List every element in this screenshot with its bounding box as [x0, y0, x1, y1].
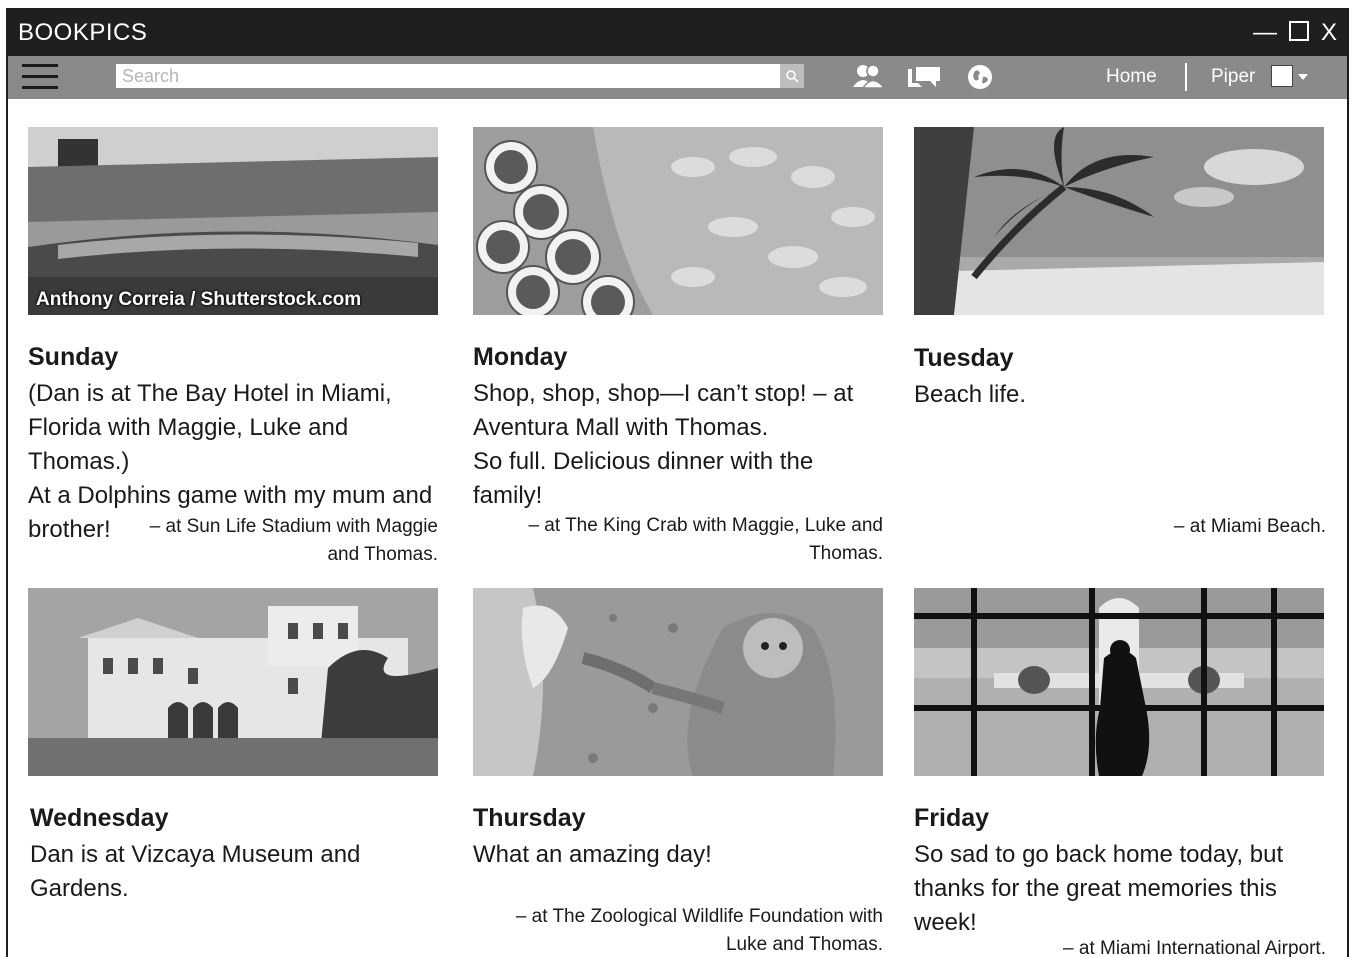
location-line: – at The Zoological Wildlife Foundation … [515, 906, 883, 927]
messages-button[interactable] [906, 63, 942, 91]
post-text: Dan is at Vizcaya Museum and Gardens. [30, 838, 442, 906]
post-location: – at Miami Beach. [926, 513, 1326, 541]
post-line: What an amazing day! [473, 841, 712, 868]
location-line: – at Miami International Airport. [1063, 938, 1326, 957]
app-title: BOOKPICS [18, 19, 148, 46]
nav-divider [1185, 63, 1187, 91]
post-line: At a Dolphins game with my mum and [28, 482, 433, 509]
post-photo-seafood[interactable] [473, 127, 883, 315]
search-bar [116, 64, 804, 88]
post-line: (Dan is at The Bay Hotel in Miami, [28, 380, 392, 407]
globe-icon [968, 65, 992, 89]
post-day: Monday [473, 343, 568, 371]
post-day: Tuesday [914, 344, 1014, 372]
post-text: Beach life. [914, 378, 1326, 412]
minimize-button[interactable]: — [1253, 19, 1277, 47]
post-line: Beach life. [914, 381, 1027, 408]
post-location: – at The King Crab with Maggie, Luke and… [483, 512, 883, 568]
globe-button[interactable] [966, 63, 1002, 91]
post-line: So sad to go back home today, but [914, 841, 1284, 868]
post-location: – at The Zoological Wildlife Foundation … [463, 903, 883, 957]
post-text: Shop, shop, shop—I can’t stop! – at Aven… [473, 377, 885, 513]
friends-icon [853, 64, 886, 89]
search-button[interactable] [780, 64, 804, 88]
maximize-button[interactable] [1288, 18, 1309, 48]
close-button[interactable]: X [1321, 19, 1337, 47]
post-day: Friday [914, 804, 990, 832]
maximize-icon [1288, 21, 1309, 41]
post-photo-airport[interactable] [914, 588, 1324, 776]
window-controls: — X [1253, 18, 1337, 48]
user-link[interactable]: Piper [1211, 66, 1255, 88]
post-text: So sad to go back home today, but thanks… [914, 838, 1326, 940]
post-line: Shop, shop, shop—I can’t stop! – at [473, 380, 854, 407]
location-line: – at Sun Life Stadium with Maggie [149, 516, 438, 537]
post-location: – at Sun Life Stadium with Maggie and Th… [38, 513, 438, 569]
location-line: Thomas. [809, 543, 883, 564]
post-text: What an amazing day! [473, 838, 885, 872]
post-photo-beach[interactable] [914, 127, 1324, 315]
toolbar: Home Piper [8, 56, 1347, 99]
post-photo-stadium[interactable]: Anthony Correia / Shutterstock.com [28, 127, 438, 315]
menu-icon [22, 64, 58, 89]
post-line: Florida with Maggie, Luke and Thomas.) [28, 414, 349, 475]
search-input[interactable] [116, 64, 780, 88]
post-location: – at Miami International Airport. [926, 935, 1326, 957]
post-line: So full. Delicious dinner with the famil… [473, 448, 814, 509]
post-photo-museum[interactable] [28, 588, 438, 776]
post-line: thanks for the great memories this [914, 875, 1277, 902]
search-icon [786, 70, 799, 83]
location-line: – at The King Crab with Maggie, Luke and [528, 515, 883, 536]
photo-credit: Anthony Correia / Shutterstock.com [36, 289, 362, 310]
post-line: Aventura Mall with Thomas. [473, 414, 769, 441]
messages-icon [908, 67, 940, 87]
app-window: BOOKPICS — X Search Home Piper Anthony C… [6, 8, 1349, 957]
post-day: Wednesday [30, 804, 169, 832]
post-day: Thursday [473, 804, 586, 832]
post-line: Dan is at Vizcaya Museum and [30, 841, 361, 868]
location-line: – at Miami Beach. [1173, 516, 1326, 537]
friends-button[interactable] [850, 63, 886, 91]
post-photo-monkey[interactable] [473, 588, 883, 776]
location-line: and Thomas. [327, 544, 438, 565]
menu-button[interactable] [22, 64, 58, 91]
location-line: Luke and Thomas. [725, 934, 883, 955]
chevron-down-icon[interactable] [1298, 74, 1308, 80]
title-bar: BOOKPICS — X [8, 10, 1347, 56]
post-day: Sunday [28, 343, 119, 371]
home-link[interactable]: Home [1106, 66, 1157, 88]
post-line: Gardens. [30, 875, 129, 902]
avatar[interactable] [1271, 65, 1293, 87]
